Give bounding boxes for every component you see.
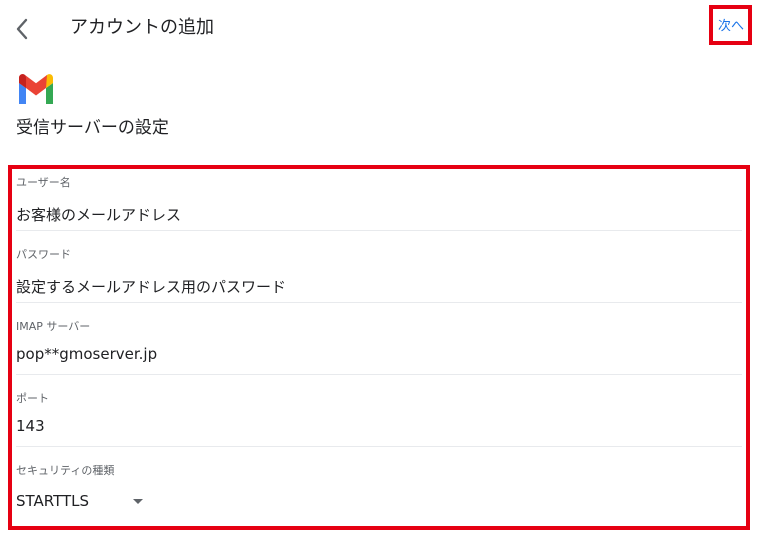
port-label: ポート [16,392,49,405]
port-input[interactable]: 143 [16,416,742,436]
next-button[interactable]: 次へ [714,18,748,36]
username-field[interactable]: ユーザー名 お客様のメールアドレス [16,176,742,231]
username-input[interactable]: お客様のメールアドレス [16,205,742,225]
password-input[interactable]: 設定するメールアドレス用のパスワード [16,277,742,297]
page-title: アカウントの追加 [70,17,214,38]
divider [16,446,742,447]
imap-server-label: IMAP サーバー [16,320,91,333]
username-label: ユーザー名 [16,176,71,189]
security-value: STARTTLS [16,492,90,510]
divider [16,302,742,303]
security-select[interactable]: STARTTLS [16,491,742,511]
password-label: パスワード [16,248,71,261]
section-title: 受信サーバーの設定 [16,118,169,138]
gmail-logo [19,74,53,104]
divider [16,230,742,231]
imap-server-field[interactable]: IMAP サーバー pop**gmoserver.jp [16,320,742,375]
password-field[interactable]: パスワード 設定するメールアドレス用のパスワード [16,248,742,303]
dropdown-arrow-icon [133,498,144,504]
port-field[interactable]: ポート 143 [16,392,742,447]
imap-server-input[interactable]: pop**gmoserver.jp [16,344,742,364]
divider [16,374,742,375]
back-button[interactable] [8,14,36,44]
security-label: セキュリティの種類 [16,464,115,477]
chevron-left-icon [16,18,28,40]
security-field[interactable]: セキュリティの種類 STARTTLS [16,464,742,511]
